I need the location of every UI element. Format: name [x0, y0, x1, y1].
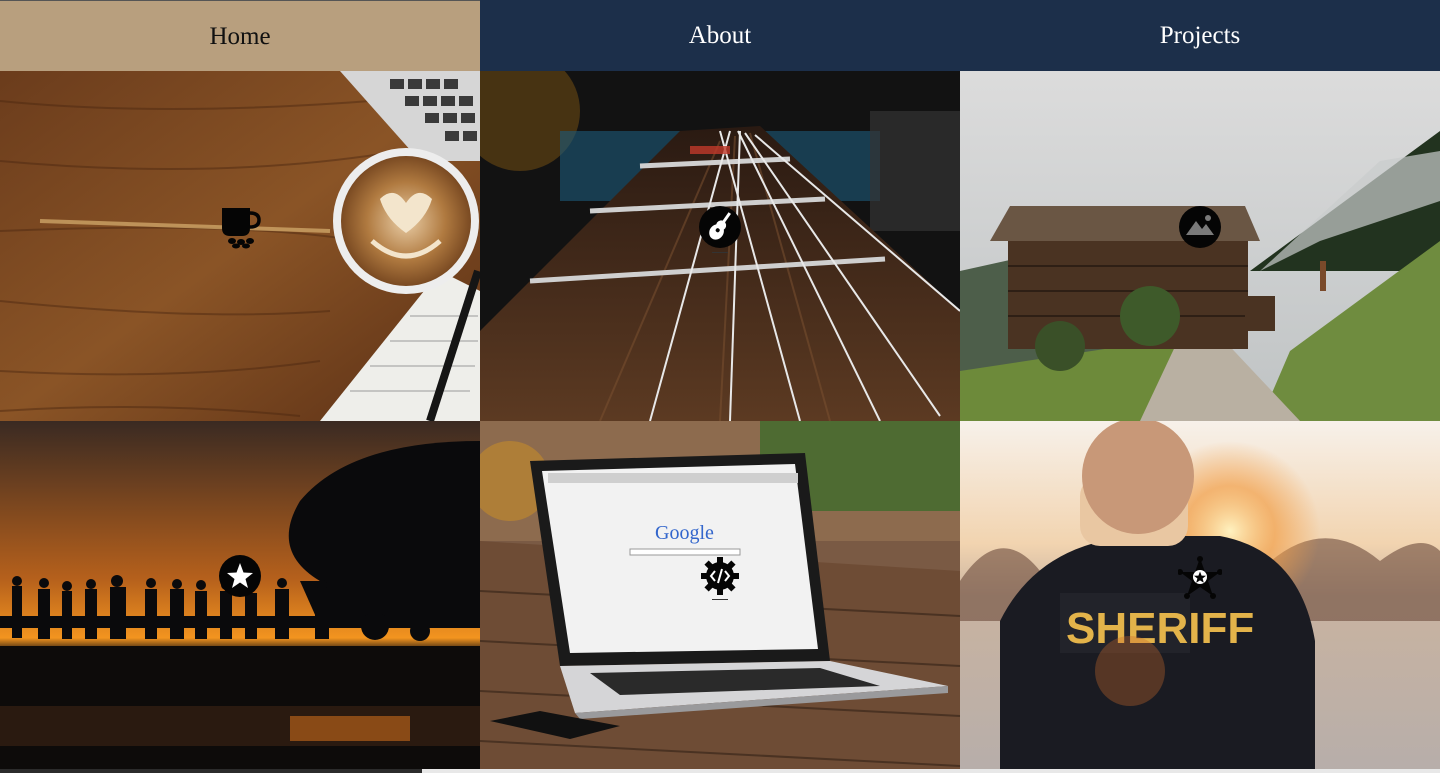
code-gear-icon [701, 557, 739, 600]
photo-grid: Google SHERIFF [0, 71, 1440, 771]
top-navigation: Home About Projects [0, 0, 1440, 72]
tile-coffee[interactable] [0, 71, 480, 421]
guitar-icon [699, 206, 741, 253]
tile-guitar[interactable] [480, 71, 960, 421]
tile-laptop[interactable]: Google [480, 421, 960, 771]
nav-projects[interactable]: Projects [960, 0, 1440, 71]
nav-home[interactable]: Home [0, 0, 480, 72]
tile-soldiers[interactable] [0, 421, 480, 771]
mountain-icon [1179, 206, 1221, 248]
scrollbar-thumb[interactable] [0, 769, 422, 773]
google-logo: Google [655, 522, 714, 544]
tile-landscape[interactable] [960, 71, 1440, 421]
star-icon [219, 555, 261, 597]
sheriff-badge-icon [1178, 556, 1222, 599]
nav-about[interactable]: About [480, 0, 960, 71]
coffee-cup-icon [222, 208, 261, 249]
scrollbar-track [422, 769, 1440, 773]
tile-sheriff[interactable]: SHERIFF [960, 421, 1440, 771]
sheriff-patch: SHERIFF [1066, 604, 1254, 653]
